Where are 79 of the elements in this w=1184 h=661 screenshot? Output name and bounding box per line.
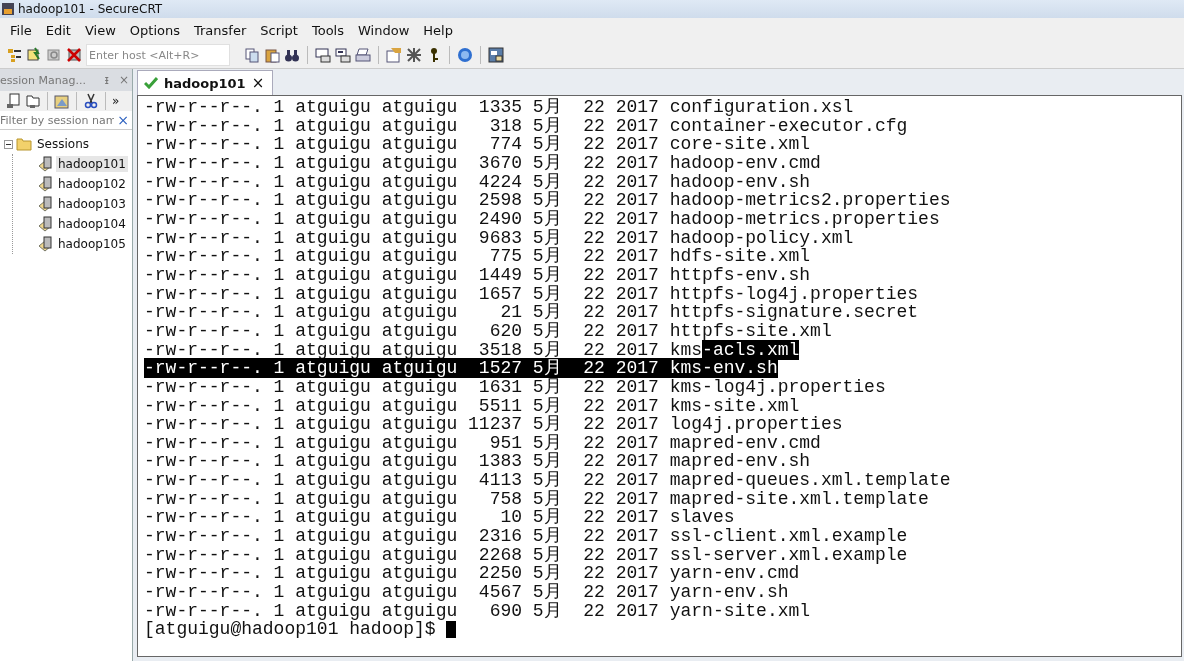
menu-item[interactable]: Transfer: [188, 20, 253, 40]
terminal-line: -rw-r--r--. 1 atguigu atguigu 758 5月 22 2017 mapred-site.xml.template: [144, 488, 929, 509]
printer-icon[interactable]: [355, 47, 371, 63]
selected-text: -acls.xml: [702, 339, 800, 360]
window-title: hadoop101 - SecureCRT: [18, 2, 163, 16]
disconnect-icon[interactable]: [66, 47, 82, 63]
menu-item[interactable]: Window: [352, 20, 416, 40]
terminal-line: -rw-r--r--. 1 atguigu atguigu 1449 5月 22 2017 httpfs-env.sh: [144, 264, 811, 285]
panel-title: ession Manag...: [0, 73, 87, 87]
menu-item[interactable]: Help: [417, 20, 459, 40]
session-icon: [37, 156, 53, 172]
session-icon: [37, 216, 53, 232]
overflow-button[interactable]: »: [112, 94, 120, 108]
terminal-line: -rw-r--r--. 1 atguigu atguigu 21 5月 22 2017 httpfs-signature.secret: [144, 302, 919, 323]
menu-item[interactable]: View: [78, 20, 122, 40]
menu-item[interactable]: File: [4, 20, 38, 40]
terminal-line: -rw-r--r--. 1 atguigu atguigu 2316 5月 22 2017 ssl-client.xml.example: [144, 526, 908, 547]
text-cursor: [446, 621, 457, 639]
terminal-line: -rw-r--r--. 1 atguigu atguigu 1383 5月 22 2017 mapred-env.sh: [144, 451, 811, 472]
print-selection-icon[interactable]: [335, 47, 351, 63]
print-screen-icon[interactable]: [315, 47, 331, 63]
terminal-line: -rw-r--r--. 1 atguigu atguigu 318 5月 22 2017 container-executor.cfg: [144, 115, 908, 136]
terminal-line: -rw-r--r--. 1 atguigu atguigu 10 5月 22 2017 slaves: [144, 507, 735, 528]
shell-prompt: [atguigu@hadoop101 hadoop]$: [144, 620, 436, 640]
terminal-line: -rw-r--r--. 1 atguigu atguigu 5511 5月 22 2017 kms-site.xml: [144, 395, 800, 416]
terminal-line: -rw-r--r--. 1 atguigu atguigu 620 5月 22 2017 httpfs-site.xml: [144, 320, 832, 341]
terminal-line: -rw-r--r--. 1 atguigu atguigu 774 5月 22 2017 core-site.xml: [144, 134, 811, 155]
terminal-line: -rw-r--r--. 1 atguigu atguigu 1631 5月 22 2017 kms-log4j.properties: [144, 376, 886, 397]
session-icon: [37, 236, 53, 252]
host-field[interactable]: Enter host <Alt+R>: [86, 44, 230, 66]
menu-item[interactable]: Options: [123, 20, 186, 40]
terminal-line: -rw-r--r--. 1 atguigu atguigu 9683 5月 22 2017 hadoop-policy.xml: [144, 227, 854, 248]
binoculars-icon[interactable]: [284, 47, 300, 63]
app-icon: [2, 3, 14, 15]
check-icon: [144, 77, 158, 89]
session-icon: [37, 196, 53, 212]
paste-icon[interactable]: [264, 47, 280, 63]
tree-item[interactable]: hadoop105: [56, 236, 128, 252]
session-icon: [37, 176, 53, 192]
lock-screen-icon[interactable]: [488, 47, 504, 63]
tree-item[interactable]: Sessions: [35, 136, 92, 152]
terminal-screen[interactable]: [137, 95, 1182, 657]
menu-item[interactable]: Edit: [39, 20, 77, 40]
tab-label: hadoop101: [164, 75, 246, 91]
terminal-line: -rw-r--r--. 1 atguigu atguigu 775 5月 22 2017 hdfs-site.xml: [144, 246, 811, 267]
copy-icon[interactable]: [244, 47, 260, 63]
tree-item[interactable]: hadoop103: [56, 196, 128, 212]
menu-item[interactable]: Script: [254, 20, 304, 40]
terminal-line: -rw-r--r--. 1 atguigu atguigu 2250 5月 22 2017 yarn-env.cmd: [144, 563, 800, 584]
new-session-icon[interactable]: [6, 93, 22, 109]
folder-icon: [16, 137, 32, 151]
scissors-icon[interactable]: [83, 93, 99, 109]
global-options-icon[interactable]: [406, 47, 422, 63]
connect-icon[interactable]: [26, 47, 42, 63]
terminal-line: -rw-r--r--. 1 atguigu atguigu 690 5月 22 2017 yarn-site.xml: [144, 600, 811, 621]
properties-icon[interactable]: [54, 93, 70, 109]
collapse-icon[interactable]: [4, 139, 13, 149]
help-icon[interactable]: [457, 47, 473, 63]
tree-view-icon[interactable]: [6, 47, 22, 63]
tree-item[interactable]: hadoop101: [56, 156, 128, 172]
terminal-line: -rw-r--r--. 1 atguigu atguigu 3518 5月 22 2017 kms: [144, 339, 703, 360]
terminal-line: -rw-r--r--. 1 atguigu atguigu 1335 5月 22 2017 configuration.xsl: [144, 97, 854, 117]
terminal-line: -rw-r--r--. 1 atguigu atguigu 4567 5月 22 2017 yarn-env.sh: [144, 582, 789, 603]
tree-item[interactable]: hadoop102: [56, 176, 128, 192]
clear-button[interactable]: ×: [114, 112, 132, 128]
terminal-line: -rw-r--r--. 1 atguigu atguigu 951 5月 22 2017 mapred-env.cmd: [144, 432, 821, 453]
new-folder-icon[interactable]: [25, 93, 41, 109]
terminal-line: -rw-r--r--. 1 atguigu atguigu 2268 5月 22 2017 ssl-server.xml.example: [144, 544, 908, 565]
terminal-line: -rw-r--r--. 1 atguigu atguigu 1657 5月 22 2017 httpfs-log4j.properties: [144, 283, 919, 304]
terminal-line: -rw-r--r--. 1 atguigu atguigu 4224 5月 22 2017 hadoop-env.sh: [144, 171, 811, 192]
terminal-line: -rw-r--r--. 1 atguigu atguigu 2598 5月 22 2017 hadoop-metrics2.properties: [144, 190, 951, 211]
tree-item[interactable]: hadoop104: [56, 216, 128, 232]
session-tab[interactable]: hadoop101 ×: [137, 70, 274, 95]
terminal-line: -rw-r--r--. 1 atguigu atguigu 11237 5月 22 2017 log4j.properties: [144, 414, 843, 435]
close-button[interactable]: ×: [251, 74, 265, 92]
terminal-line: -rw-r--r--. 1 atguigu atguigu 4113 5月 22 2017 mapred-queues.xml.template: [144, 470, 951, 491]
terminal-line: -rw-r--r--. 1 atguigu atguigu 2490 5月 22 2017 hadoop-metrics.properties: [144, 208, 940, 229]
terminal-line: -rw-r--r--. 1 atguigu atguigu 3670 5月 22 2017 hadoop-env.cmd: [144, 152, 821, 173]
menu-item[interactable]: Tools: [306, 20, 350, 40]
